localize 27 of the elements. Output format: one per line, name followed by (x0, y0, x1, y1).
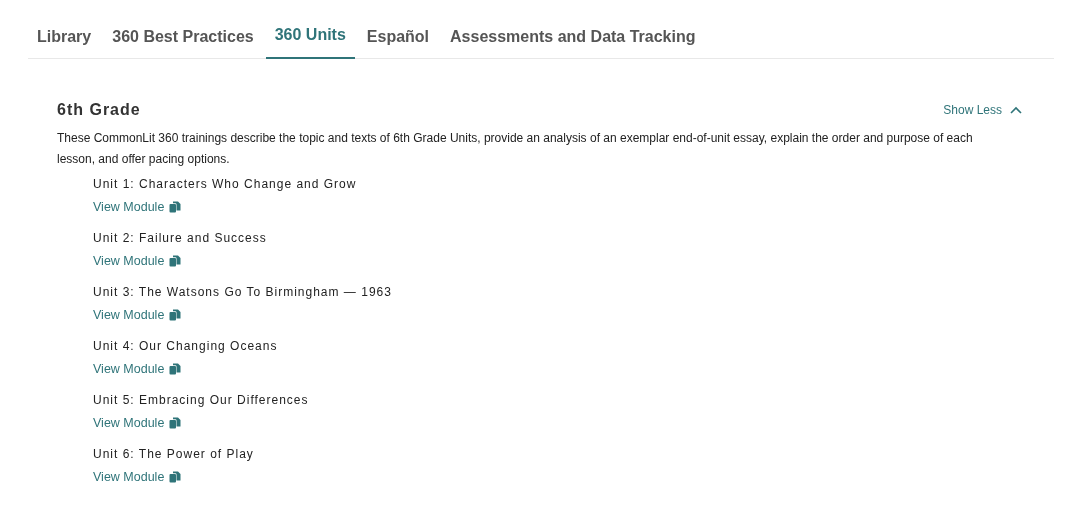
unit-title: Unit 4: Our Changing Oceans (93, 339, 278, 355)
unit-title: Unit 6: The Power of Play (93, 447, 254, 463)
copy-icon (169, 255, 182, 267)
show-less-toggle[interactable]: Show Less (943, 103, 1022, 117)
tab[interactable]: 360 Units (265, 16, 355, 59)
copy-icon (169, 363, 182, 375)
copy-icon (169, 417, 182, 429)
view-module-link[interactable]: View Module (93, 470, 182, 484)
view-module-link[interactable]: View Module (93, 254, 182, 268)
view-module-link[interactable]: View Module (93, 308, 182, 322)
tab[interactable]: Español (357, 16, 439, 59)
view-module-link[interactable]: View Module (93, 416, 182, 430)
chevron-icon (1010, 106, 1022, 114)
copy-icon (169, 201, 182, 213)
description: These CommonLit 360 trainings describe the topic and texts of 6th Grade Units, provide an analysis of an exemplar end-of-unit essay, explain the order and purpose of each lesson, and offer pacing options. (57, 130, 974, 168)
tab[interactable]: Library (28, 16, 101, 59)
section-heading: 6th Grade (57, 101, 141, 119)
view-module-link[interactable]: View Module (93, 362, 182, 376)
unit-title: Unit 1: Characters Who Change and Grow (93, 177, 357, 193)
unit-title: Unit 5: Embracing Our Differences (93, 393, 309, 409)
copy-icon (169, 471, 182, 483)
unit-title: Unit 3: The Watsons Go To Birmingham — 1963 (93, 285, 392, 301)
tab[interactable]: Assessments and Data Tracking (441, 16, 705, 59)
unit-title: Unit 2: Failure and Success (93, 231, 267, 247)
tab[interactable]: 360 Best Practices (103, 16, 263, 59)
view-module-link[interactable]: View Module (93, 200, 182, 214)
copy-icon (169, 309, 182, 321)
